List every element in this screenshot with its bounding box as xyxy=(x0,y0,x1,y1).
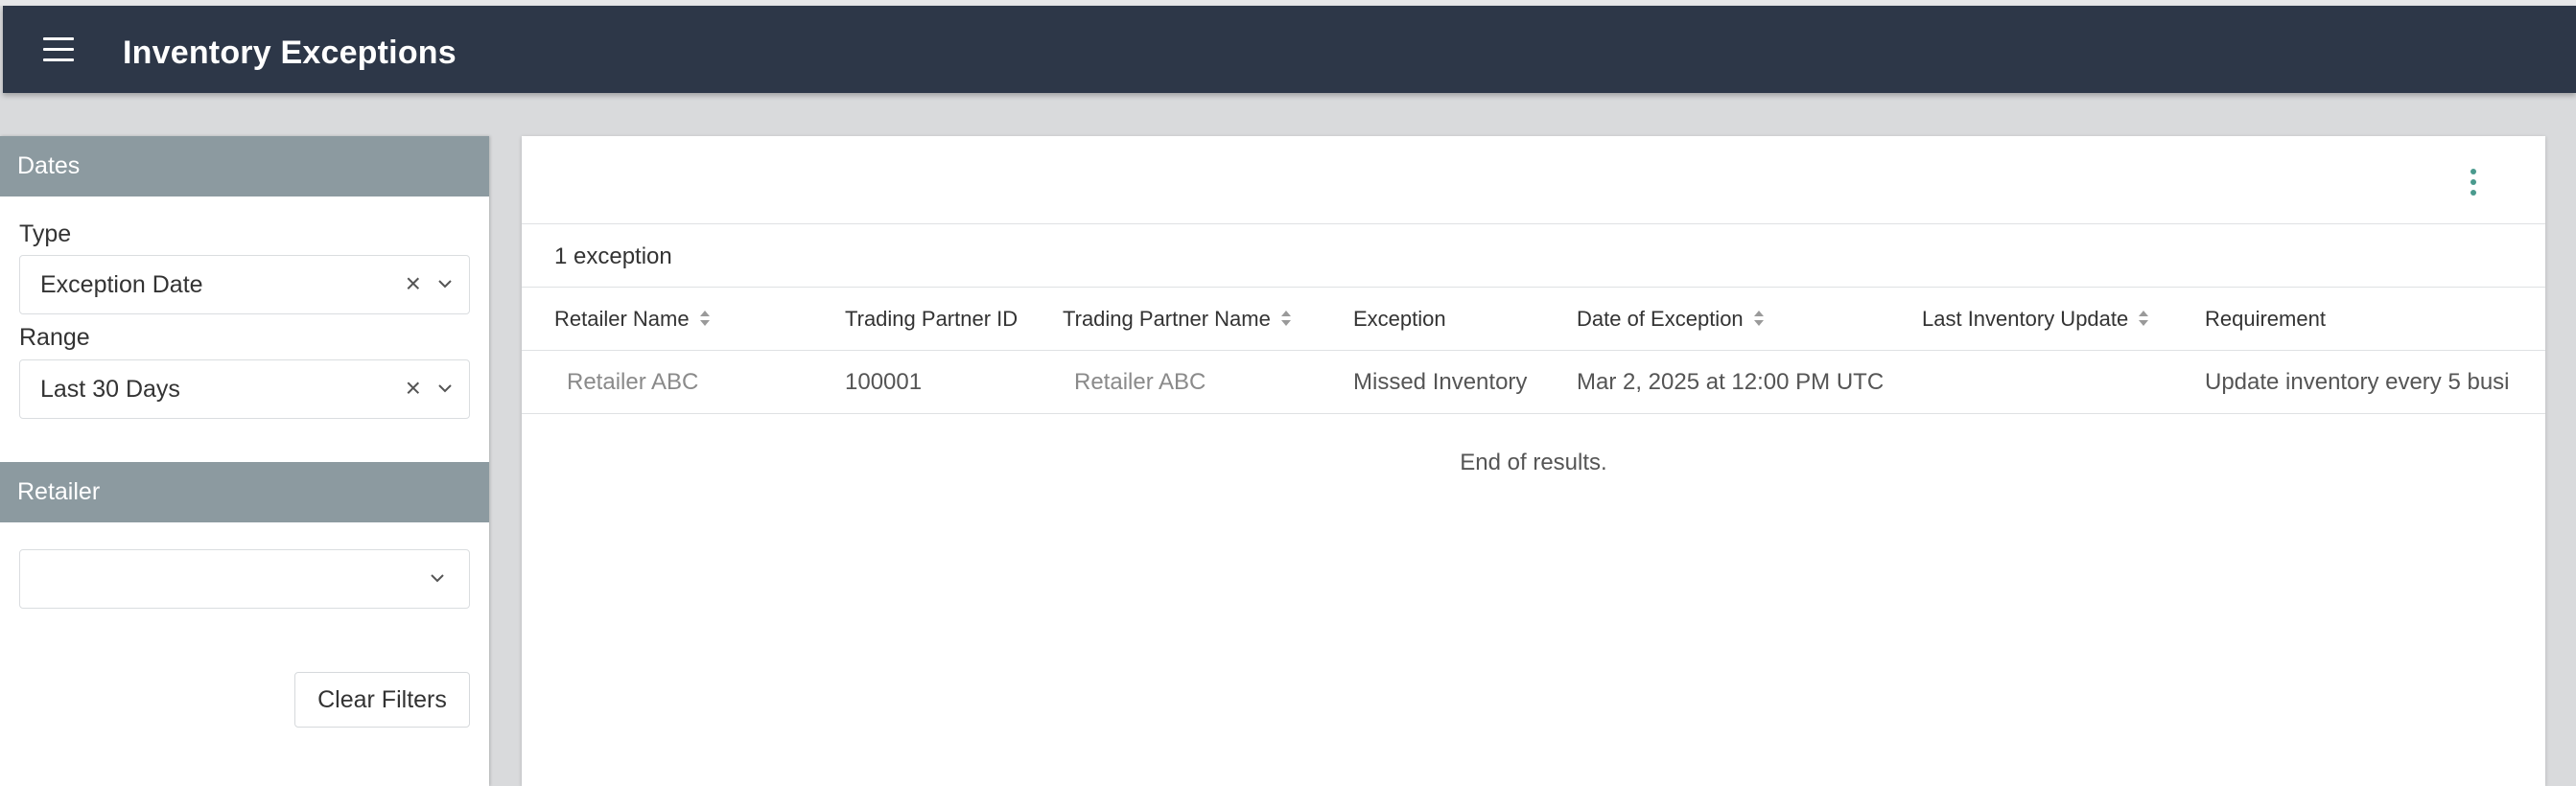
dates-section-heading: Dates xyxy=(0,136,489,196)
type-label: Type xyxy=(19,220,72,247)
cell-trading-partner-id: 100001 xyxy=(845,369,923,395)
column-header-requirement[interactable]: Requirement xyxy=(2205,307,2326,332)
sort-icon xyxy=(2139,311,2149,327)
column-header-label: Last Inventory Update xyxy=(1922,307,2129,331)
chevron-down-icon[interactable] xyxy=(429,569,446,587)
range-select-value: Last 30 Days xyxy=(40,376,180,403)
cell-trading-partner-name[interactable]: Retailer ABC xyxy=(1074,369,1206,396)
page-title: Inventory Exceptions xyxy=(123,35,457,71)
sort-icon xyxy=(1280,311,1291,327)
column-header-label: Date of Exception xyxy=(1577,307,1744,331)
retailer-section-heading: Retailer xyxy=(0,462,489,522)
clear-icon[interactable]: × xyxy=(406,374,421,403)
cell-exception: Missed Inventory xyxy=(1353,369,1528,395)
divider xyxy=(522,413,2545,414)
column-header-label: Trading Partner ID xyxy=(845,307,1019,331)
type-select[interactable]: Exception Date × xyxy=(19,255,470,314)
more-options-icon[interactable] xyxy=(2463,163,2486,201)
divider xyxy=(522,350,2545,351)
end-of-results: End of results. xyxy=(1460,450,1607,475)
column-header-retailer-name[interactable]: Retailer Name xyxy=(554,307,711,332)
column-header-trading-partner-name[interactable]: Trading Partner Name xyxy=(1063,307,1292,332)
sort-icon xyxy=(699,311,710,327)
column-header-date-of-exception[interactable]: Date of Exception xyxy=(1577,307,1765,332)
column-header-label: Retailer Name xyxy=(554,307,690,331)
cell-requirement: Update inventory every 5 busi xyxy=(2205,369,2510,395)
filter-sidebar: Dates Type Exception Date × Range Last 3… xyxy=(0,136,489,786)
hamburger-menu-icon[interactable] xyxy=(41,35,80,64)
retailer-select[interactable] xyxy=(19,549,470,609)
divider xyxy=(522,287,2545,288)
range-select[interactable]: Last 30 Days × xyxy=(19,359,470,419)
clear-filters-button[interactable]: Clear Filters xyxy=(294,672,470,728)
chevron-down-icon[interactable] xyxy=(436,275,454,292)
chevron-down-icon[interactable] xyxy=(436,380,454,397)
range-label: Range xyxy=(19,324,90,351)
cell-retailer-name[interactable]: Retailer ABC xyxy=(567,369,698,396)
column-header-label: Exception xyxy=(1353,307,1446,331)
cell-date-of-exception: Mar 2, 2025 at 12:00 PM UTC xyxy=(1577,369,1885,395)
type-select-value: Exception Date xyxy=(40,271,203,298)
sort-icon xyxy=(1753,311,1764,327)
divider xyxy=(522,223,2545,224)
column-header-trading-partner-id[interactable]: Trading Partner ID xyxy=(845,307,1018,332)
column-header-label: Trading Partner Name xyxy=(1063,307,1271,331)
column-header-exception[interactable]: Exception xyxy=(1353,307,1446,332)
column-header-last-inventory-update[interactable]: Last Inventory Update xyxy=(1922,307,2149,332)
app-header: Inventory Exceptions xyxy=(3,6,2576,93)
exception-count: 1 exception xyxy=(554,243,672,269)
column-header-label: Requirement xyxy=(2205,307,2326,331)
clear-icon[interactable]: × xyxy=(406,269,421,298)
results-panel: 1 exception Retailer Name Trading Partne… xyxy=(522,136,2545,786)
